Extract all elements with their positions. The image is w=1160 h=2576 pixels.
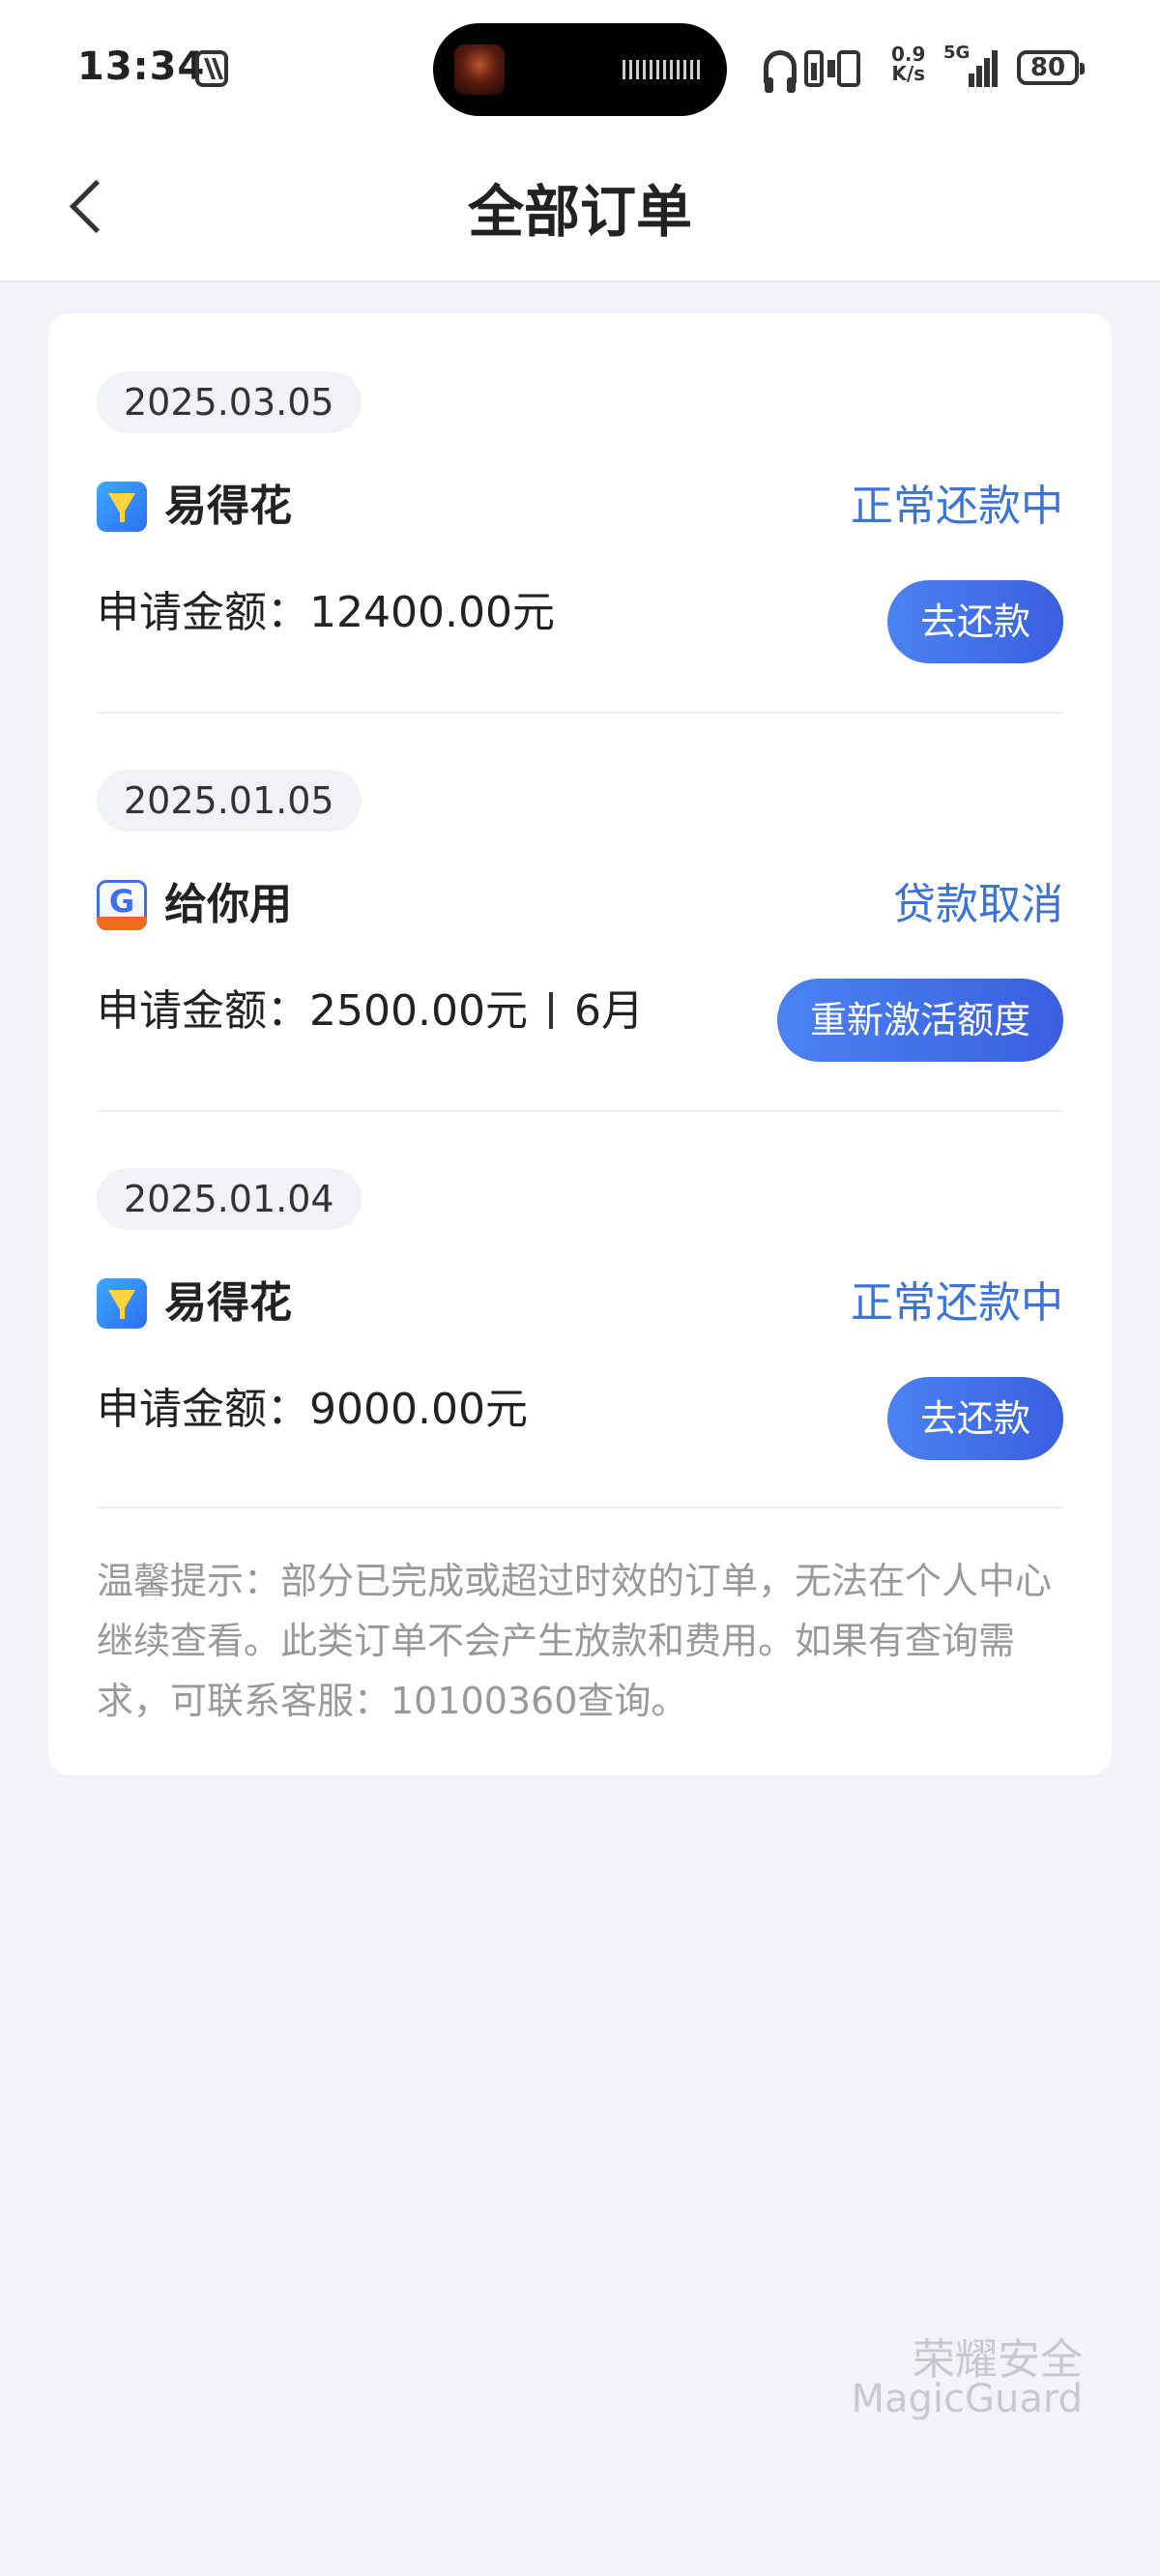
status-time: 13:34	[77, 44, 206, 89]
battery-icon: 80	[1017, 50, 1085, 85]
yidehua-logo-icon	[97, 482, 147, 532]
earbud-battery-icon	[804, 50, 824, 87]
tip-text: 温馨提示：部分已完成或超过时效的订单，无法在个人中心继续查看。此类订单不会产生放…	[97, 1560, 1053, 1722]
geiniyong-logo-icon	[97, 880, 147, 930]
orders-card: 2025.03.05 易得花 正常还款中 申请金额：12400.00元 去还款 …	[48, 313, 1112, 1775]
order-date: 2025.01.05	[97, 770, 362, 832]
divider	[97, 1507, 1063, 1508]
reactivate-limit-button[interactable]: 重新激活额度	[776, 979, 1063, 1062]
order-amount: 申请金额：9000.00元	[97, 1381, 528, 1439]
amount-label: 申请金额：2500.00元	[97, 986, 528, 1036]
order-status: 正常还款中	[851, 482, 1063, 531]
amount-label: 申请金额：9000.00元	[97, 1385, 528, 1434]
amount-label: 申请金额：12400.00元	[97, 588, 555, 637]
app-name: 易得花	[164, 1278, 292, 1328]
order-amount: 申请金额：2500.00元 6月	[97, 982, 644, 1040]
order-item: 2025.03.05 易得花 正常还款中 申请金额：12400.00元 去还款	[97, 313, 1063, 712]
order-date: 2025.01.04	[97, 1168, 362, 1230]
net-speed-unit: K/s	[891, 62, 926, 85]
album-art-icon[interactable]	[454, 44, 505, 95]
back-icon[interactable]	[68, 182, 118, 232]
nfc-icon	[195, 50, 228, 87]
net-speed: 0.9 K/s	[891, 44, 925, 83]
app-name: 给你用	[164, 880, 292, 929]
order-status: 贷款取消	[893, 880, 1063, 929]
order-status: 正常还款中	[851, 1278, 1063, 1328]
repay-button[interactable]: 去还款	[886, 1377, 1063, 1460]
order-item: 2025.01.04 易得花 正常还款中 申请金额：9000.00元 去还款	[97, 1110, 1063, 1508]
loan-term: 6月	[573, 986, 644, 1036]
signal-icon	[951, 48, 998, 87]
separator	[548, 992, 553, 1029]
yidehua-logo-icon	[97, 1278, 147, 1329]
audio-wave-icon	[623, 60, 702, 79]
page-title: 全部订单	[467, 179, 692, 245]
net-speed-value: 0.9	[891, 43, 926, 66]
vibrate-icon	[827, 50, 860, 87]
repay-button[interactable]: 去还款	[886, 580, 1063, 663]
order-amount: 申请金额：12400.00元	[97, 584, 555, 642]
app-name: 易得花	[164, 482, 292, 531]
headphone-icon	[764, 50, 797, 93]
status-icons: 0.9 K/s 5G 80	[764, 39, 1092, 101]
watermark-en: MagicGuard	[851, 2377, 1083, 2421]
status-bar: 13:34 0.9 K/s 5G 80	[0, 0, 1160, 145]
order-date: 2025.03.05	[97, 371, 362, 433]
order-item: 2025.01.05 给你用 贷款取消 申请金额：2500.00元 6月 重新激活…	[97, 712, 1063, 1110]
nav-bar: 全部订单	[0, 145, 1160, 282]
